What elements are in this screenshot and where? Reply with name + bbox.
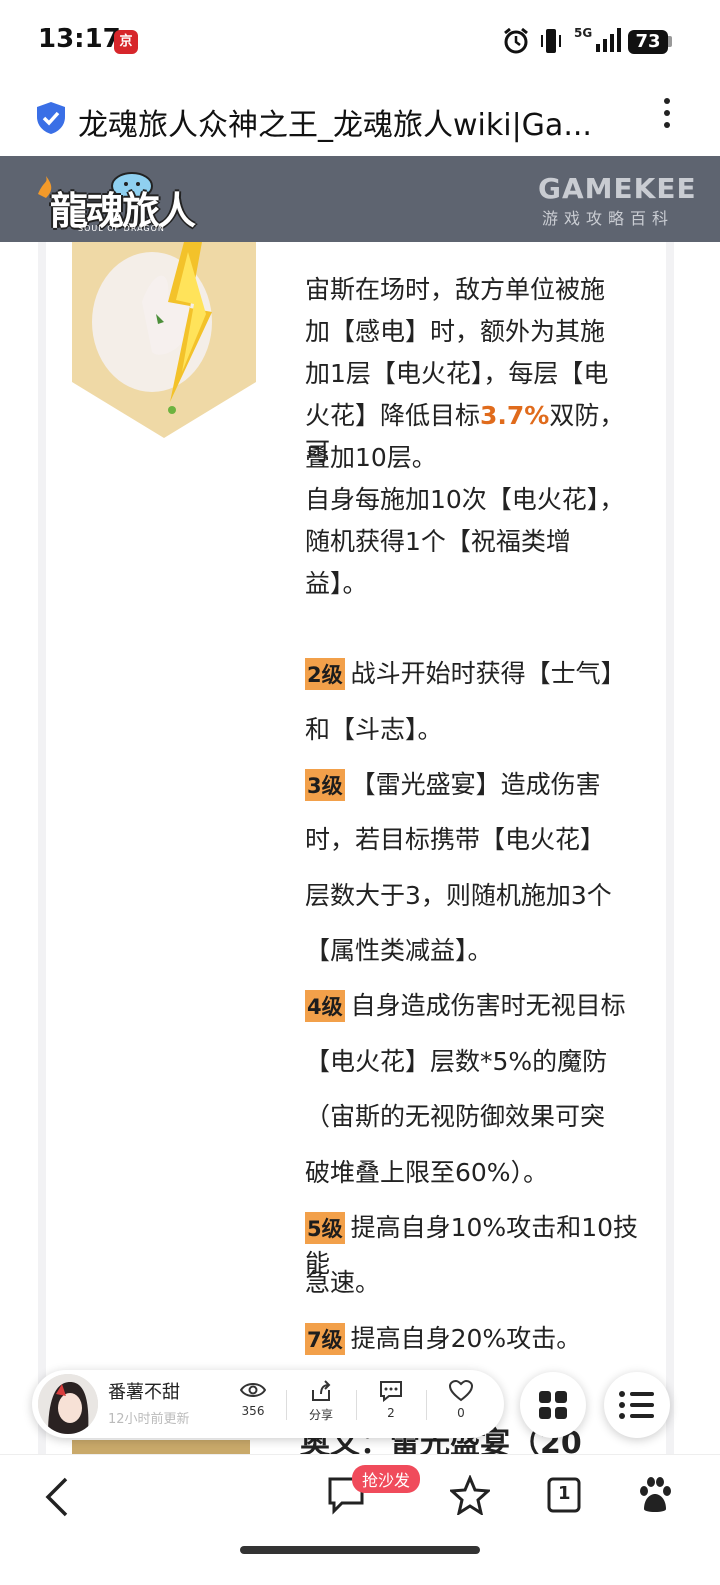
- more-menu-icon[interactable]: [664, 98, 672, 134]
- desc-line-7: 随机获得1个【祝福类增: [305, 527, 571, 556]
- author-name[interactable]: 番薯不甜: [108, 1378, 180, 1404]
- baidu-paw-icon[interactable]: [636, 1475, 674, 1515]
- tab-count: 1: [558, 1483, 571, 1504]
- heart-icon: [449, 1380, 473, 1402]
- desc-line-5: 叠加10层。: [305, 443, 437, 472]
- status-time: 13:17: [38, 24, 121, 54]
- desc-line-4a: 火花】降低目标: [305, 401, 481, 430]
- level-text: 提高自身20%攻击。: [350, 1324, 582, 1353]
- character-portrait: [72, 242, 256, 438]
- level-2-line-1: 2级 战斗开始时获得【士气】: [305, 654, 645, 690]
- author-bar: 番薯不甜 12小时前更新 356 分享 2 0: [32, 1370, 504, 1438]
- desc-line-1: 宙斯在场时，敌方单位被施: [305, 275, 606, 304]
- level-tag: 2级: [305, 658, 345, 690]
- level-3-line-3: 层数大于3，则随机施加3个: [305, 881, 612, 910]
- level-text: 自身造成伤害时无视目标: [350, 991, 626, 1020]
- next-skill-image: [72, 1440, 250, 1454]
- home-indicator[interactable]: [240, 1546, 480, 1554]
- level-3-line-4: 【属性类减益】。: [305, 936, 493, 965]
- like-button[interactable]: 0: [436, 1380, 486, 1420]
- level-tag: 4级: [305, 990, 345, 1022]
- likes-count: 0: [457, 1406, 465, 1420]
- desc-line-3: 加1层【电火花】，每层【电: [305, 359, 609, 388]
- desc-line-6: 自身每施加10次【电火花】，: [305, 485, 625, 514]
- signal-icon: [596, 28, 621, 52]
- avatar[interactable]: [38, 1374, 98, 1434]
- list-icon: [619, 1391, 654, 1419]
- back-icon[interactable]: [42, 1475, 74, 1519]
- level-4-line-3: （宙斯的无视防御效果可突: [305, 1102, 606, 1131]
- sofa-badge[interactable]: 抢沙发: [352, 1465, 421, 1493]
- level-4-line-4: 破堆叠上限至60%）。: [305, 1158, 549, 1187]
- level-2-line-2: 和【斗志】。: [305, 715, 443, 744]
- logo-subtitle: SOUL OF DRAGON: [78, 224, 165, 233]
- app-notification-icon: 京: [114, 30, 138, 54]
- network-type: 5G: [574, 26, 593, 40]
- level-5-line-2: 急速。: [305, 1268, 381, 1297]
- share-label: 分享: [308, 1408, 333, 1422]
- level-4-line-2: 【电火花】层数*5%的魔防: [305, 1047, 608, 1076]
- table-of-contents-button[interactable]: [604, 1372, 670, 1438]
- comments-button[interactable]: 2: [366, 1380, 416, 1420]
- eye-icon: [240, 1383, 266, 1397]
- level-text: 【雷光盛宴】造成伤害: [350, 770, 601, 799]
- browser-title-bar: 龙魂旅人众神之王_龙魂旅人wiki|Ga...: [0, 86, 720, 156]
- grid-icon: [539, 1391, 567, 1419]
- level-3-line-1: 3级 【雷光盛宴】造成伤害: [305, 765, 645, 801]
- level-4-line-1: 4级 自身造成伤害时无视目标: [305, 986, 645, 1022]
- share-button[interactable]: 分享: [296, 1380, 346, 1423]
- share-icon: [312, 1380, 331, 1401]
- battery-icon: [668, 36, 672, 47]
- gamekee-tagline: 游戏攻略百科: [542, 209, 675, 228]
- desc-value-highlight: 3.7%: [480, 401, 550, 430]
- vibrate-icon: [541, 29, 561, 53]
- comment-icon: [380, 1381, 402, 1402]
- divider: [286, 1390, 287, 1420]
- verified-shield-icon: [37, 102, 65, 134]
- divider: [426, 1390, 427, 1420]
- page-title[interactable]: 龙魂旅人众神之王_龙魂旅人wiki|Ga...: [78, 100, 618, 144]
- desc-line-8: 益】。: [305, 569, 368, 598]
- desc-line-2: 加【感电】时，额外为其施: [305, 317, 606, 346]
- level-3-line-2: 时，若目标携带【电火花】: [305, 825, 606, 854]
- star-icon[interactable]: [450, 1475, 490, 1515]
- alarm-icon: [504, 27, 528, 54]
- divider: [356, 1390, 357, 1420]
- level-7-line-1: 7级 提高自身20%攻击。: [305, 1319, 645, 1355]
- comments-count: 2: [387, 1406, 395, 1420]
- level-text: 战斗开始时获得【士气】: [350, 659, 626, 688]
- update-time: 12小时前更新: [108, 1412, 190, 1427]
- views-stat: 356: [228, 1380, 278, 1418]
- level-tag: 5级: [305, 1212, 345, 1244]
- apps-grid-button[interactable]: [520, 1372, 586, 1438]
- level-tag: 3级: [305, 769, 345, 801]
- views-count: 356: [241, 1404, 265, 1418]
- status-bar: 13:17 京 5G 73: [0, 0, 720, 86]
- level-tag: 7级: [305, 1323, 345, 1355]
- avatar-image: [38, 1374, 98, 1434]
- battery-level: 73: [628, 30, 668, 54]
- gamekee-brand[interactable]: GAMEKEE: [538, 172, 697, 205]
